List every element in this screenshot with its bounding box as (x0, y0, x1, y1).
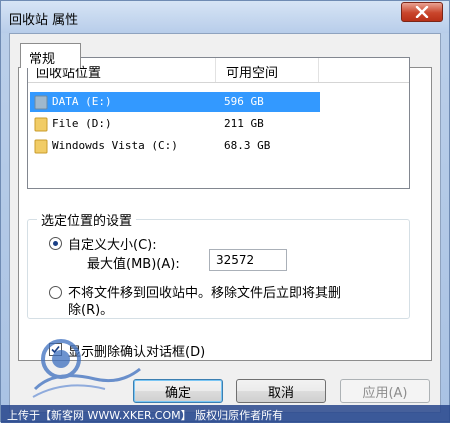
settings-legend: 选定位置的设置 (37, 210, 137, 229)
max-size-label: 最大值(MB)(A): (87, 257, 180, 272)
location-name: Windowds Vista (C:) (52, 139, 178, 152)
no-recycle-label-line2[interactable]: 除(R)。 (68, 299, 113, 318)
ok-button[interactable]: 确定 (133, 379, 223, 403)
custom-size-label[interactable]: 自定义大小(C): (68, 234, 157, 253)
cancel-button[interactable]: 取消 (236, 379, 326, 403)
apply-button[interactable]: 应用(A) (340, 379, 430, 403)
list-header: 回收站位置 可用空间 (28, 58, 409, 83)
watermark-text: 上传于【新客网 WWW.XKER.COM】 版权归原作者所有 (7, 409, 284, 422)
title-bar[interactable]: 回收站 属性 (1, 1, 449, 33)
folder-icon (34, 95, 48, 110)
tab-general[interactable]: 常规 (20, 43, 81, 68)
list-item[interactable]: DATA (E:) 596 GB (30, 92, 320, 112)
column-header-free-space[interactable]: 可用空间 (226, 62, 278, 81)
no-recycle-radio[interactable] (49, 286, 62, 299)
close-button[interactable] (401, 2, 443, 22)
watermark-banner: 上传于【新客网 WWW.XKER.COM】 版权归原作者所有 (1, 405, 450, 423)
recycle-location-list[interactable]: 回收站位置 可用空间 DATA (E:) 596 GB File (D:) 21… (27, 57, 410, 189)
watermark-logo (32, 339, 141, 398)
free-space-value: 596 GB (224, 95, 264, 108)
folder-icon (34, 117, 48, 132)
folder-icon (34, 139, 48, 154)
location-name: DATA (E:) (52, 95, 112, 108)
window-title: 回收站 属性 (9, 13, 79, 28)
custom-size-radio[interactable] (49, 237, 62, 250)
properties-window: 回收站 属性 常规 回收站位置 可用空间 DATA (E:) 596 GB Fi… (0, 0, 450, 423)
location-name: File (D:) (52, 117, 112, 130)
list-item[interactable]: File (D:) 211 GB (30, 114, 320, 134)
close-icon (415, 6, 429, 18)
free-space-value: 211 GB (224, 117, 264, 130)
column-divider[interactable] (318, 58, 319, 82)
tab-general-label: 常规 (29, 52, 56, 67)
list-item[interactable]: Windowds Vista (C:) 68.3 GB (30, 136, 320, 156)
free-space-value: 68.3 GB (224, 139, 271, 152)
max-size-input[interactable] (209, 249, 287, 271)
column-divider[interactable] (215, 58, 216, 82)
